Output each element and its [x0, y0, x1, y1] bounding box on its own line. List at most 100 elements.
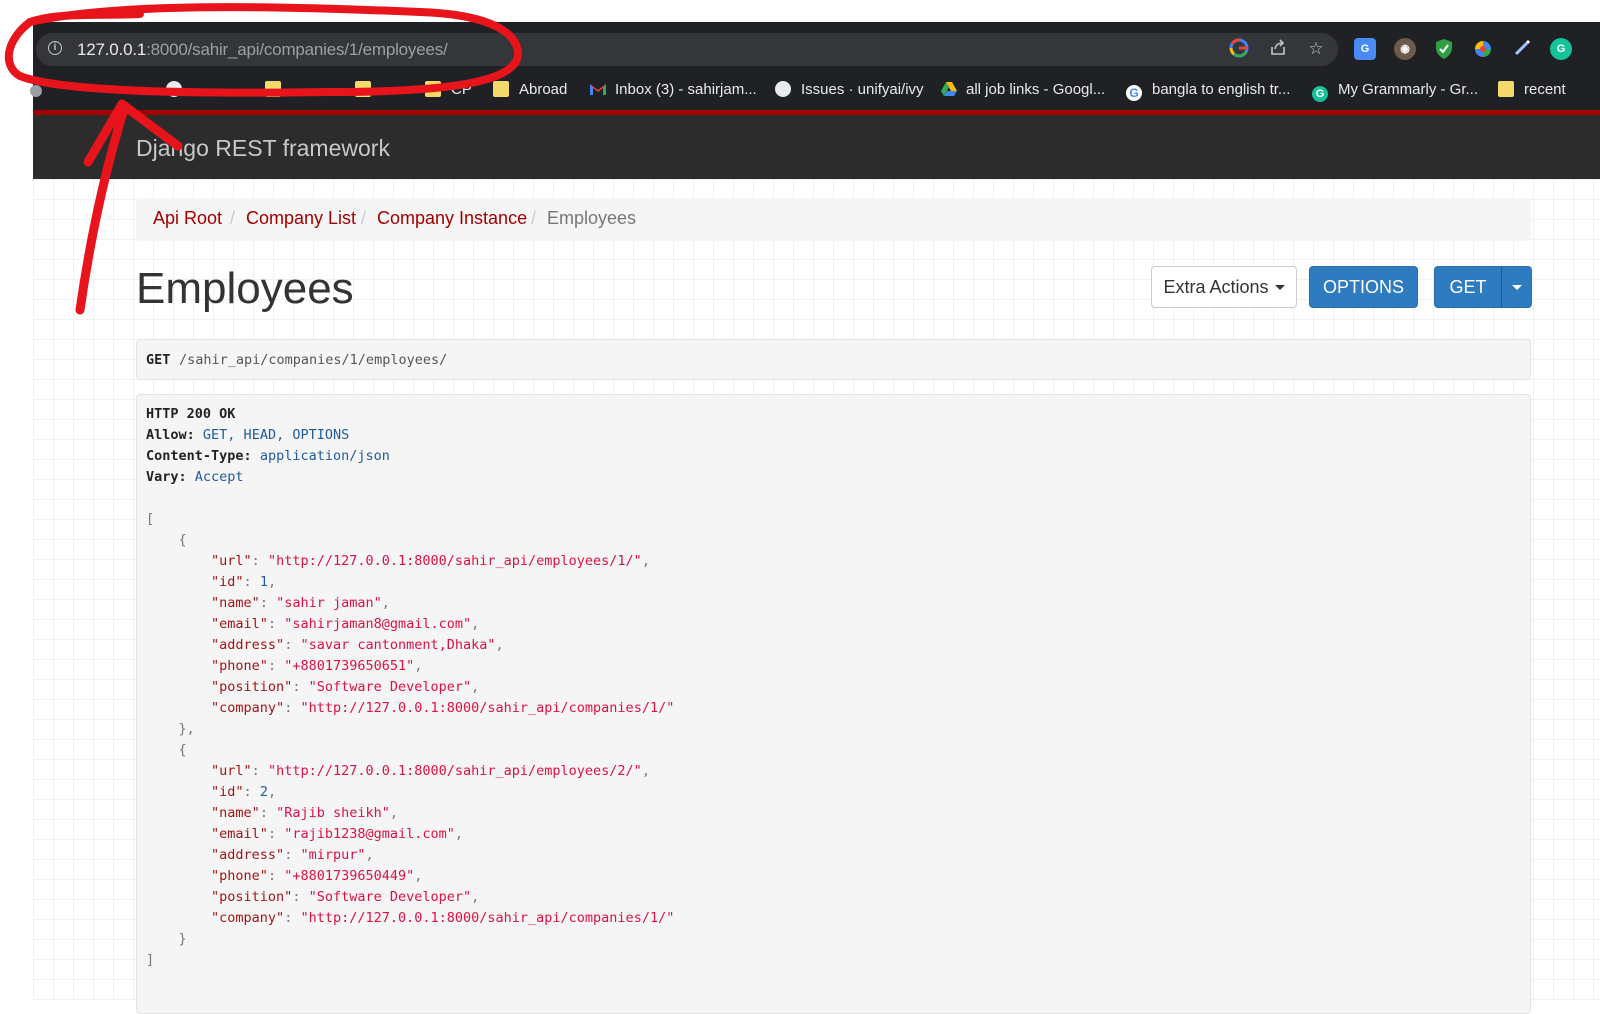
bookmark-label: all job links - Googl...	[966, 81, 1106, 98]
json-comma: ,	[365, 847, 374, 863]
bookmark-github-partial[interactable]	[166, 79, 192, 101]
json-value: "http://127.0.0.1:8000/sahir_api/compani…	[300, 700, 675, 716]
json-field-company: "company": "http://127.0.0.1:8000/sahir_…	[146, 698, 674, 719]
extension-face-icon[interactable]: ◉	[1394, 38, 1416, 60]
json-value: "http://127.0.0.1:8000/sahir_api/employe…	[267, 763, 642, 779]
breadcrumb-separator: /	[531, 208, 537, 228]
json-colon: :	[259, 595, 277, 611]
header-value: Accept	[194, 469, 244, 485]
response-header: Content-Type: application/json	[146, 446, 390, 467]
header-key: Vary:	[146, 469, 187, 485]
get-button[interactable]: GET	[1434, 266, 1502, 308]
google-lens-icon[interactable]	[1228, 38, 1250, 60]
json-key: "id"	[211, 784, 244, 800]
options-button[interactable]: OPTIONS	[1309, 266, 1418, 308]
json-colon: :	[284, 700, 301, 716]
header-key: Content-Type:	[146, 448, 252, 464]
json-field-position: "position": "Software Developer",	[146, 677, 479, 698]
bookmark-label: CP	[451, 81, 472, 98]
json-field-address: "address": "mirpur",	[146, 845, 374, 866]
bookmark-recent[interactable]: recent	[1498, 79, 1566, 101]
json-comma: ,	[414, 868, 423, 884]
json-value: "http://127.0.0.1:8000/sahir_api/compani…	[300, 910, 675, 926]
site-info-icon[interactable]: i	[48, 41, 62, 55]
page-title: Employees	[136, 264, 354, 313]
extra-actions-button[interactable]: Extra Actions	[1151, 266, 1297, 308]
bookmark-google[interactable]: Gbangla to english tr...	[1126, 79, 1290, 101]
request-path: /sahir_api/companies/1/employees/	[179, 352, 448, 368]
pen-icon[interactable]	[1511, 38, 1533, 60]
json-key: "company"	[211, 700, 285, 716]
json-comma: ,	[389, 805, 399, 821]
json-value: 1	[259, 574, 268, 590]
bookmark-folder-partial-2[interactable]	[355, 79, 381, 101]
json-field-company: "company": "http://127.0.0.1:8000/sahir_…	[146, 908, 674, 929]
json-field-address: "address": "savar cantonment,Dhaka",	[146, 635, 504, 656]
share-icon[interactable]	[1267, 38, 1289, 60]
json-comma: ,	[471, 616, 480, 632]
response-header: Vary: Accept	[146, 467, 244, 488]
json-object-close: }	[146, 929, 187, 950]
json-field-id: "id": 1,	[146, 572, 276, 593]
json-object-open: {	[146, 530, 187, 551]
json-colon: :	[251, 763, 268, 779]
json-comma: ,	[471, 679, 480, 695]
bookmark-drive[interactable]: all job links - Googl...	[940, 79, 1105, 101]
shield-icon[interactable]	[1433, 38, 1455, 60]
grammarly-extension-icon[interactable]: G	[1550, 38, 1572, 60]
json-key: "name"	[211, 805, 260, 821]
bookmark-abroad[interactable]: Abroad	[493, 79, 567, 101]
json-colon: :	[284, 637, 301, 653]
colorful-extension-icon[interactable]	[1472, 38, 1494, 60]
google-translate-icon[interactable]: G	[1354, 38, 1376, 60]
url-host: 127.0.0.1	[77, 40, 147, 59]
json-value: "rajib1238@gmail.com"	[284, 826, 455, 842]
json-field-id: "id": 2,	[146, 782, 276, 803]
json-colon: :	[292, 679, 309, 695]
json-close-bracket: ]	[146, 950, 154, 971]
url-path: :8000/sahir_api/companies/1/employees/	[146, 40, 448, 59]
bookmark-github-issues[interactable]: Issues · unifyai/ivy	[775, 79, 924, 101]
grammarly-icon: G	[1312, 86, 1328, 102]
response-header: Allow: GET, HEAD, OPTIONS	[146, 425, 349, 446]
get-format-dropdown[interactable]	[1501, 266, 1532, 308]
folder-icon	[493, 81, 509, 97]
breadcrumb-api-root[interactable]: Api Root	[153, 208, 222, 229]
json-key: "position"	[211, 679, 293, 695]
json-colon: :	[267, 868, 285, 884]
json-value: "sahirjaman8@gmail.com"	[284, 616, 472, 632]
response-status: HTTP 200 OK	[146, 404, 235, 425]
json-brace: },	[146, 721, 195, 737]
bookmark-label: Issues · unifyai/ivy	[801, 81, 924, 98]
bookmark-partial[interactable]	[30, 79, 52, 101]
json-colon: :	[292, 889, 309, 905]
json-key: "url"	[211, 763, 252, 779]
json-field-phone: "phone": "+8801739650449",	[146, 866, 422, 887]
json-colon: :	[267, 658, 285, 674]
json-key: "email"	[211, 826, 268, 842]
json-value: "Software Developer"	[308, 679, 472, 695]
folder-icon	[425, 81, 441, 97]
drf-brand[interactable]: Django REST framework	[136, 135, 390, 162]
json-key: "name"	[211, 595, 260, 611]
json-key: "address"	[211, 847, 285, 863]
json-value: "mirpur"	[300, 847, 366, 863]
json-colon: :	[251, 553, 268, 569]
json-field-phone: "phone": "+8801739650651",	[146, 656, 422, 677]
bookmark-cp[interactable]: CP	[425, 79, 472, 101]
json-value: "Rajib sheikh"	[276, 805, 390, 821]
bookmark-grammarly[interactable]: G My Grammarly - Gr...	[1312, 79, 1478, 102]
google-drive-icon	[940, 81, 957, 97]
status-text: HTTP 200 OK	[146, 406, 236, 422]
breadcrumb-company-list[interactable]: Company List	[246, 208, 356, 229]
extra-actions-label: Extra Actions	[1163, 277, 1269, 297]
json-key: "company"	[211, 910, 285, 926]
bookmark-folder-partial[interactable]	[265, 79, 291, 101]
json-field-position: "position": "Software Developer",	[146, 887, 479, 908]
bookmark-star-icon[interactable]: ☆	[1305, 38, 1327, 60]
bookmark-label: bangla to english tr...	[1152, 81, 1291, 98]
bookmark-gmail[interactable]: Inbox (3) - sahirjam...	[589, 79, 757, 101]
address-bar-url[interactable]: 127.0.0.1:8000/sahir_api/companies/1/emp…	[77, 40, 448, 60]
breadcrumb-company-instance[interactable]: Company Instance	[377, 208, 527, 229]
json-comma: ,	[267, 784, 277, 800]
